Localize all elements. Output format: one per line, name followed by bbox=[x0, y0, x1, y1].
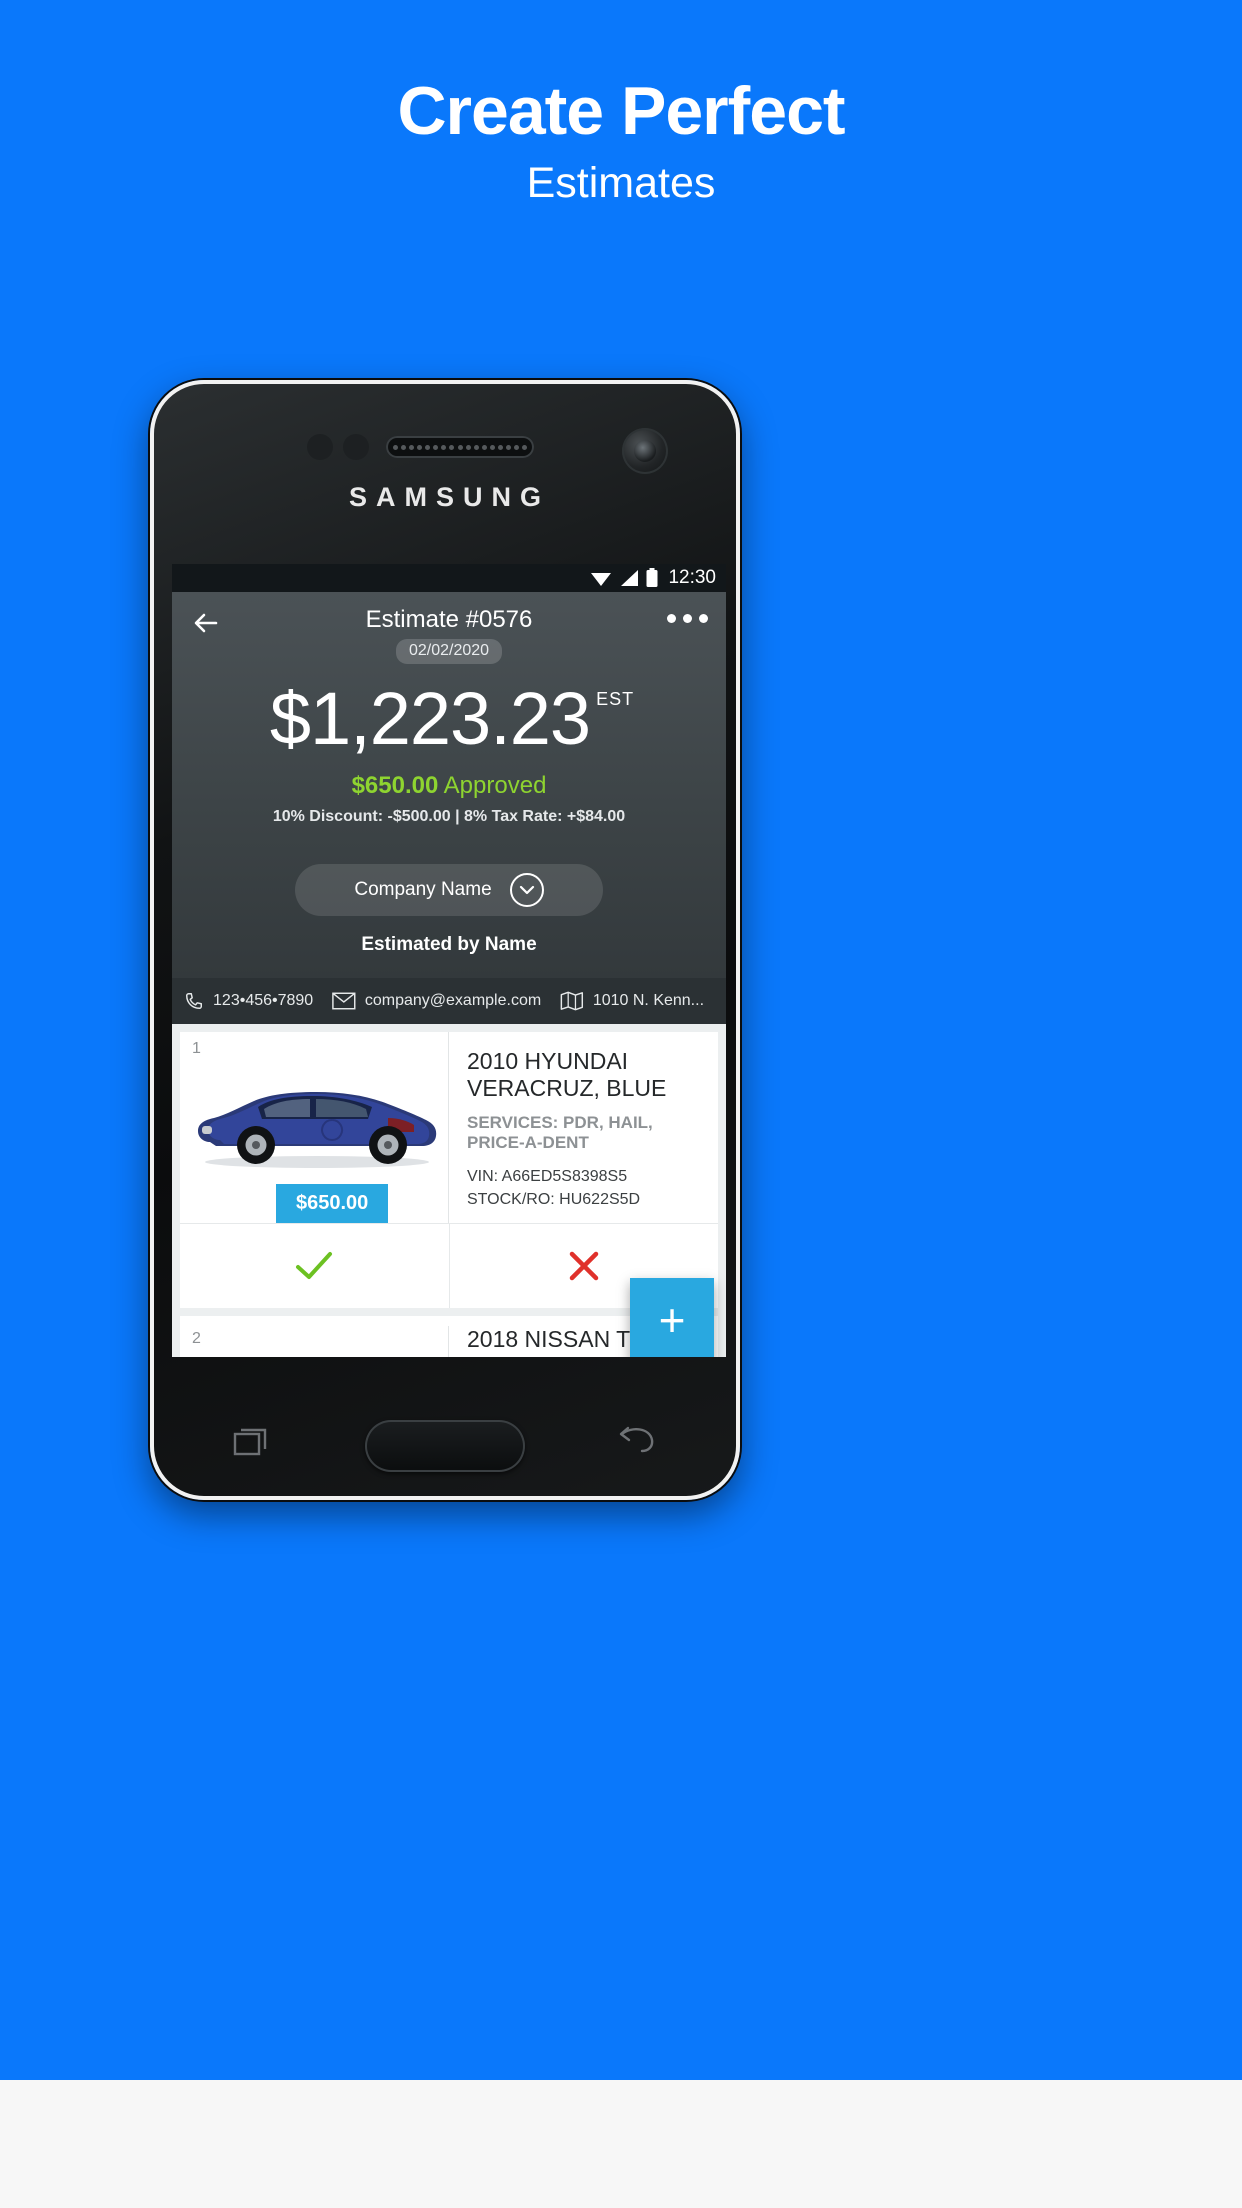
more-options-icon[interactable] bbox=[667, 614, 708, 623]
item-index: 1 bbox=[192, 1040, 201, 1057]
promo-screenshot: Create Perfect Estimates SAMSUNG 12:30 E… bbox=[0, 0, 1242, 2208]
page-subtitle: Estimates bbox=[526, 159, 716, 207]
contact-phone[interactable]: 123•456•7890 bbox=[213, 992, 313, 1010]
item-services: SERVICES: PDR, HAIL, PRICE-A-DENT bbox=[467, 1113, 653, 1153]
approve-button[interactable] bbox=[180, 1224, 449, 1308]
item-stock: STOCK/RO: HU622S5D bbox=[467, 1191, 641, 1209]
approved-label: Approved bbox=[443, 772, 547, 799]
estimate-total: $1,223.23 EST bbox=[172, 682, 726, 756]
estimate-header-section: Estimate #0576 02/02/2020 $1,223.23 EST $… bbox=[172, 592, 726, 978]
item-price-badge[interactable]: $650.00 bbox=[276, 1184, 389, 1224]
phone-body: SAMSUNG 12:30 Estimate #0576 02/02/2020 … bbox=[150, 380, 740, 1500]
estimate-date-badge[interactable]: 02/02/2020 bbox=[395, 639, 503, 664]
company-name-label: Company Name bbox=[354, 879, 492, 900]
plus-icon: + bbox=[658, 1294, 686, 1346]
check-icon bbox=[296, 1252, 333, 1280]
phone-icon[interactable] bbox=[184, 990, 204, 1012]
approved-amount: $650.00 bbox=[351, 772, 439, 799]
chevron-down-icon[interactable] bbox=[509, 873, 544, 907]
earpiece-speaker-icon bbox=[386, 436, 534, 458]
estimated-by-label: Estimated by Name bbox=[361, 934, 537, 955]
x-icon bbox=[569, 1251, 598, 1281]
vehicle-photo bbox=[198, 1092, 437, 1168]
soft-back-icon[interactable] bbox=[616, 1424, 658, 1458]
back-arrow-icon[interactable] bbox=[190, 606, 224, 640]
item-info-column: 2010 HYUNDAI VERACRUZ, BLUE SERVICES: PD… bbox=[448, 1032, 718, 1224]
app-bar: Estimate #0576 02/02/2020 bbox=[172, 592, 726, 664]
item-index: 2 bbox=[192, 1330, 201, 1348]
item-vehicle-title: 2010 HYUNDAI VERACRUZ, BLUE bbox=[467, 1048, 667, 1101]
item-main: 1 $650.00 2010 HYUNDAI VERACRUZ, BLUE SE… bbox=[180, 1032, 718, 1224]
map-icon[interactable] bbox=[560, 990, 584, 1012]
item-image-column: 1 $650.00 bbox=[180, 1032, 448, 1224]
battery-icon bbox=[646, 568, 658, 587]
envelope-icon[interactable] bbox=[332, 991, 356, 1011]
estimate-title: Estimate #0576 bbox=[365, 606, 533, 633]
estimate-total-value: $1,223.23 bbox=[269, 677, 591, 760]
app-bar-center: Estimate #0576 02/02/2020 bbox=[172, 608, 726, 664]
status-bar-time: 12:30 bbox=[668, 567, 716, 588]
light-sensor-icon bbox=[343, 434, 369, 460]
approved-amount-row: $650.00 Approved bbox=[172, 772, 726, 800]
list-item[interactable]: 1 $650.00 2010 HYUNDAI VERACRUZ, BLUE SE… bbox=[180, 1032, 718, 1309]
phone-mockup: SAMSUNG 12:30 Estimate #0576 02/02/2020 … bbox=[150, 380, 740, 1500]
home-button[interactable] bbox=[365, 1420, 525, 1472]
discount-tax-line: 10% Discount: -$500.00 | 8% Tax Rate: +$… bbox=[272, 808, 626, 825]
estimate-items-list[interactable]: 1 $650.00 2010 HYUNDAI VERACRUZ, BLUE SE… bbox=[172, 1024, 726, 1357]
company-selector[interactable]: Company Name bbox=[295, 864, 603, 916]
proximity-sensor-icon bbox=[307, 434, 333, 460]
phone-top-bezel: SAMSUNG bbox=[154, 384, 736, 566]
estimate-total-suffix: EST bbox=[596, 689, 635, 709]
item-vin: VIN: A66ED5S8398S5 bbox=[467, 1168, 628, 1186]
add-item-button[interactable]: + bbox=[630, 1278, 714, 1357]
wifi-icon bbox=[591, 573, 612, 586]
page-title: Create Perfect bbox=[397, 73, 845, 149]
signal-icon bbox=[621, 570, 639, 586]
front-camera-icon bbox=[622, 428, 668, 474]
contact-email[interactable]: company@example.com bbox=[365, 992, 541, 1010]
soft-recents-icon[interactable] bbox=[232, 1424, 274, 1458]
device-brand-label: SAMSUNG bbox=[348, 482, 550, 512]
status-bar: 12:30 bbox=[172, 564, 726, 592]
contact-address[interactable]: 1010 N. Kenn... bbox=[593, 992, 704, 1010]
phone-screen: 12:30 Estimate #0576 02/02/2020 $1,223.2… bbox=[172, 564, 726, 1357]
bottom-strip bbox=[0, 2080, 1242, 2208]
contact-bar: 123•456•7890 company@example.com 1010 N.… bbox=[172, 978, 726, 1024]
